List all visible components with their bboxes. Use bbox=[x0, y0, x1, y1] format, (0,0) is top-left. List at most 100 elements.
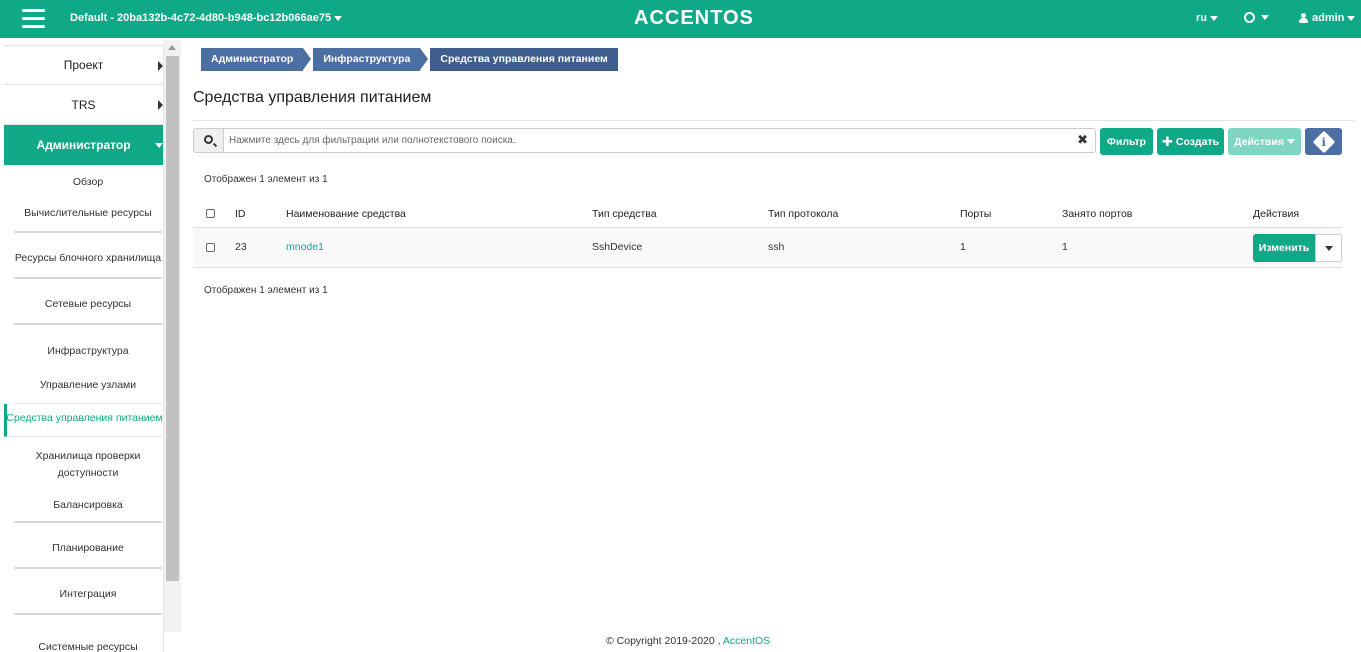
column-header-actions: Действия bbox=[1253, 208, 1300, 220]
scroll-up-icon[interactable] bbox=[168, 45, 176, 50]
sidebar-item-power-management[interactable]: Средства управления питанием bbox=[4, 404, 163, 437]
sidebar-item-label: TRS bbox=[71, 97, 96, 112]
breadcrumb-current: Средства управления питанием bbox=[430, 48, 618, 71]
breadcrumb-admin[interactable]: Администратор bbox=[201, 48, 304, 71]
sidebar-item-label: Балансировка bbox=[53, 498, 123, 511]
sidebar-item-label: Ресурсы блочного хранилища bbox=[14, 251, 162, 264]
cell-id: 23 bbox=[235, 241, 247, 253]
search-icon bbox=[204, 135, 213, 144]
close-icon[interactable]: ✖ bbox=[1077, 133, 1088, 147]
info-icon: i bbox=[1312, 130, 1335, 153]
sidebar-item-label: Интеграция bbox=[59, 587, 117, 600]
copyright-text: © Copyright 2019-2020 , bbox=[606, 635, 721, 647]
create-button-label: Создать bbox=[1175, 135, 1220, 148]
item-count-bottom: Отображен 1 элемент из 1 bbox=[204, 285, 328, 296]
logo: ACCENTOS bbox=[634, 7, 754, 29]
project-selector-label: Default - 20ba132b-4c72-4d80-b948-bc12b0… bbox=[70, 12, 332, 24]
sidebar-item-label: Управление узлами bbox=[39, 378, 137, 391]
table-row: 23 mnode1 SshDevice ssh 1 1 Изменить bbox=[193, 228, 1342, 268]
sidebar-item-label: Системные ресурсы bbox=[38, 640, 138, 652]
footer-brand-link[interactable]: AccentOS bbox=[723, 635, 770, 647]
sidebar-item-label: Средства управления питанием bbox=[6, 411, 163, 424]
sidebar: Проект TRS Администратор Обзор Вычислите… bbox=[4, 45, 164, 652]
info-button[interactable]: i bbox=[1305, 128, 1342, 155]
sidebar-item-availability-storage[interactable]: Хранилища проверки доступности bbox=[14, 437, 162, 487]
create-button[interactable]: ✚ Создать bbox=[1157, 128, 1224, 155]
sidebar-section-admin[interactable]: Администратор bbox=[4, 125, 163, 165]
cell-device-type: SshDevice bbox=[592, 241, 643, 253]
column-header-device-type[interactable]: Тип средства bbox=[592, 208, 657, 220]
edit-button[interactable]: Изменить bbox=[1253, 234, 1315, 262]
user-name: admin bbox=[1312, 12, 1345, 24]
sidebar-item-label: Инфраструктура bbox=[47, 344, 129, 357]
cell-name-link[interactable]: mnode1 bbox=[286, 241, 324, 253]
chevron-down-icon bbox=[1210, 15, 1218, 21]
sidebar-item-node-management[interactable]: Управление узлами bbox=[14, 371, 162, 404]
breadcrumb-separator bbox=[303, 48, 312, 70]
sidebar-item-overview[interactable]: Обзор bbox=[14, 165, 162, 199]
sidebar-item-integration[interactable]: Интеграция bbox=[14, 569, 162, 615]
item-count-top: Отображен 1 элемент из 1 bbox=[204, 174, 328, 185]
sidebar-item-label: Вычислительные ресурсы bbox=[24, 206, 152, 219]
column-header-used-ports[interactable]: Занято портов bbox=[1062, 208, 1132, 220]
breadcrumb: Администратор Инфраструктура Средства уп… bbox=[201, 48, 620, 71]
chevron-down-icon bbox=[1347, 15, 1356, 21]
sidebar-item-trs[interactable]: TRS bbox=[4, 85, 163, 125]
cell-ports: 1 bbox=[960, 241, 966, 253]
row-checkbox[interactable] bbox=[206, 243, 215, 252]
row-actions-dropdown[interactable] bbox=[1315, 234, 1342, 262]
sidebar-item-label: Планирование bbox=[52, 541, 124, 554]
info-icon-label: i bbox=[1321, 135, 1326, 148]
sidebar-item-label: Проект bbox=[63, 58, 104, 72]
cell-protocol: ssh bbox=[768, 241, 785, 253]
cell-used-ports: 1 bbox=[1062, 241, 1068, 253]
sidebar-item-project[interactable]: Проект bbox=[4, 45, 163, 85]
column-header-protocol[interactable]: Тип протокола bbox=[768, 208, 838, 220]
search-bar: ✖ bbox=[193, 128, 1096, 153]
column-header-id[interactable]: ID bbox=[235, 208, 246, 220]
table-header-row: ID Наименование средства Тип средства Ти… bbox=[193, 200, 1342, 228]
divider bbox=[193, 120, 1355, 121]
menu-icon[interactable] bbox=[22, 9, 45, 29]
footer: © Copyright 2019-2020 , AccentOS bbox=[606, 635, 770, 647]
chevron-down-icon bbox=[334, 15, 343, 21]
language-selector[interactable]: ru bbox=[1196, 12, 1218, 24]
chevron-right-icon bbox=[158, 61, 163, 71]
power-devices-table: ID Наименование средства Тип средства Ти… bbox=[193, 200, 1342, 268]
language-label: ru bbox=[1196, 12, 1207, 24]
plus-icon: ✚ bbox=[1161, 133, 1173, 149]
column-header-ports[interactable]: Порты bbox=[960, 208, 991, 220]
actions-button[interactable]: Действия bbox=[1228, 128, 1301, 155]
sidebar-item-system-resources[interactable]: Системные ресурсы bbox=[14, 615, 162, 652]
column-header-name[interactable]: Наименование средства bbox=[286, 208, 406, 220]
filter-button[interactable]: Фильтр bbox=[1100, 128, 1153, 155]
sidebar-item-planning[interactable]: Планирование bbox=[14, 523, 162, 569]
sidebar-section-label: Администратор bbox=[36, 138, 131, 152]
user-icon bbox=[1299, 13, 1308, 24]
sidebar-item-label: Сетевые ресурсы bbox=[44, 297, 132, 310]
user-menu[interactable]: admin bbox=[1299, 12, 1356, 24]
select-all-checkbox[interactable] bbox=[206, 209, 215, 218]
chevron-down-icon bbox=[1286, 139, 1295, 144]
project-selector[interactable]: Default - 20ba132b-4c72-4d80-b948-bc12b0… bbox=[70, 12, 343, 24]
chevron-down-icon bbox=[1261, 14, 1269, 20]
chevron-right-icon bbox=[158, 100, 163, 110]
sidebar-item-balancing[interactable]: Балансировка bbox=[14, 487, 162, 523]
page-title: Средства управления питанием bbox=[193, 89, 432, 106]
gear-icon bbox=[1244, 11, 1255, 23]
sidebar-item-infrastructure[interactable]: Инфраструктура bbox=[14, 325, 162, 371]
sidebar-item-compute[interactable]: Вычислительные ресурсы bbox=[14, 199, 162, 233]
actions-button-label: Действия bbox=[1234, 135, 1284, 148]
search-button[interactable] bbox=[194, 129, 224, 152]
chevron-down-icon bbox=[155, 143, 163, 148]
sidebar-item-label: Хранилища проверки доступности bbox=[35, 450, 141, 479]
scrollbar-thumb[interactable] bbox=[166, 56, 179, 581]
sidebar-item-network[interactable]: Сетевые ресурсы bbox=[14, 279, 162, 325]
search-input[interactable] bbox=[229, 132, 1069, 149]
settings-menu[interactable] bbox=[1244, 11, 1269, 23]
sidebar-item-label: Обзор bbox=[72, 175, 104, 188]
breadcrumb-separator bbox=[420, 48, 429, 70]
sidebar-item-block-storage[interactable]: Ресурсы блочного хранилища bbox=[14, 233, 162, 279]
top-navbar: Default - 20ba132b-4c72-4d80-b948-bc12b0… bbox=[0, 0, 1361, 38]
breadcrumb-infrastructure[interactable]: Инфраструктура bbox=[313, 48, 421, 71]
